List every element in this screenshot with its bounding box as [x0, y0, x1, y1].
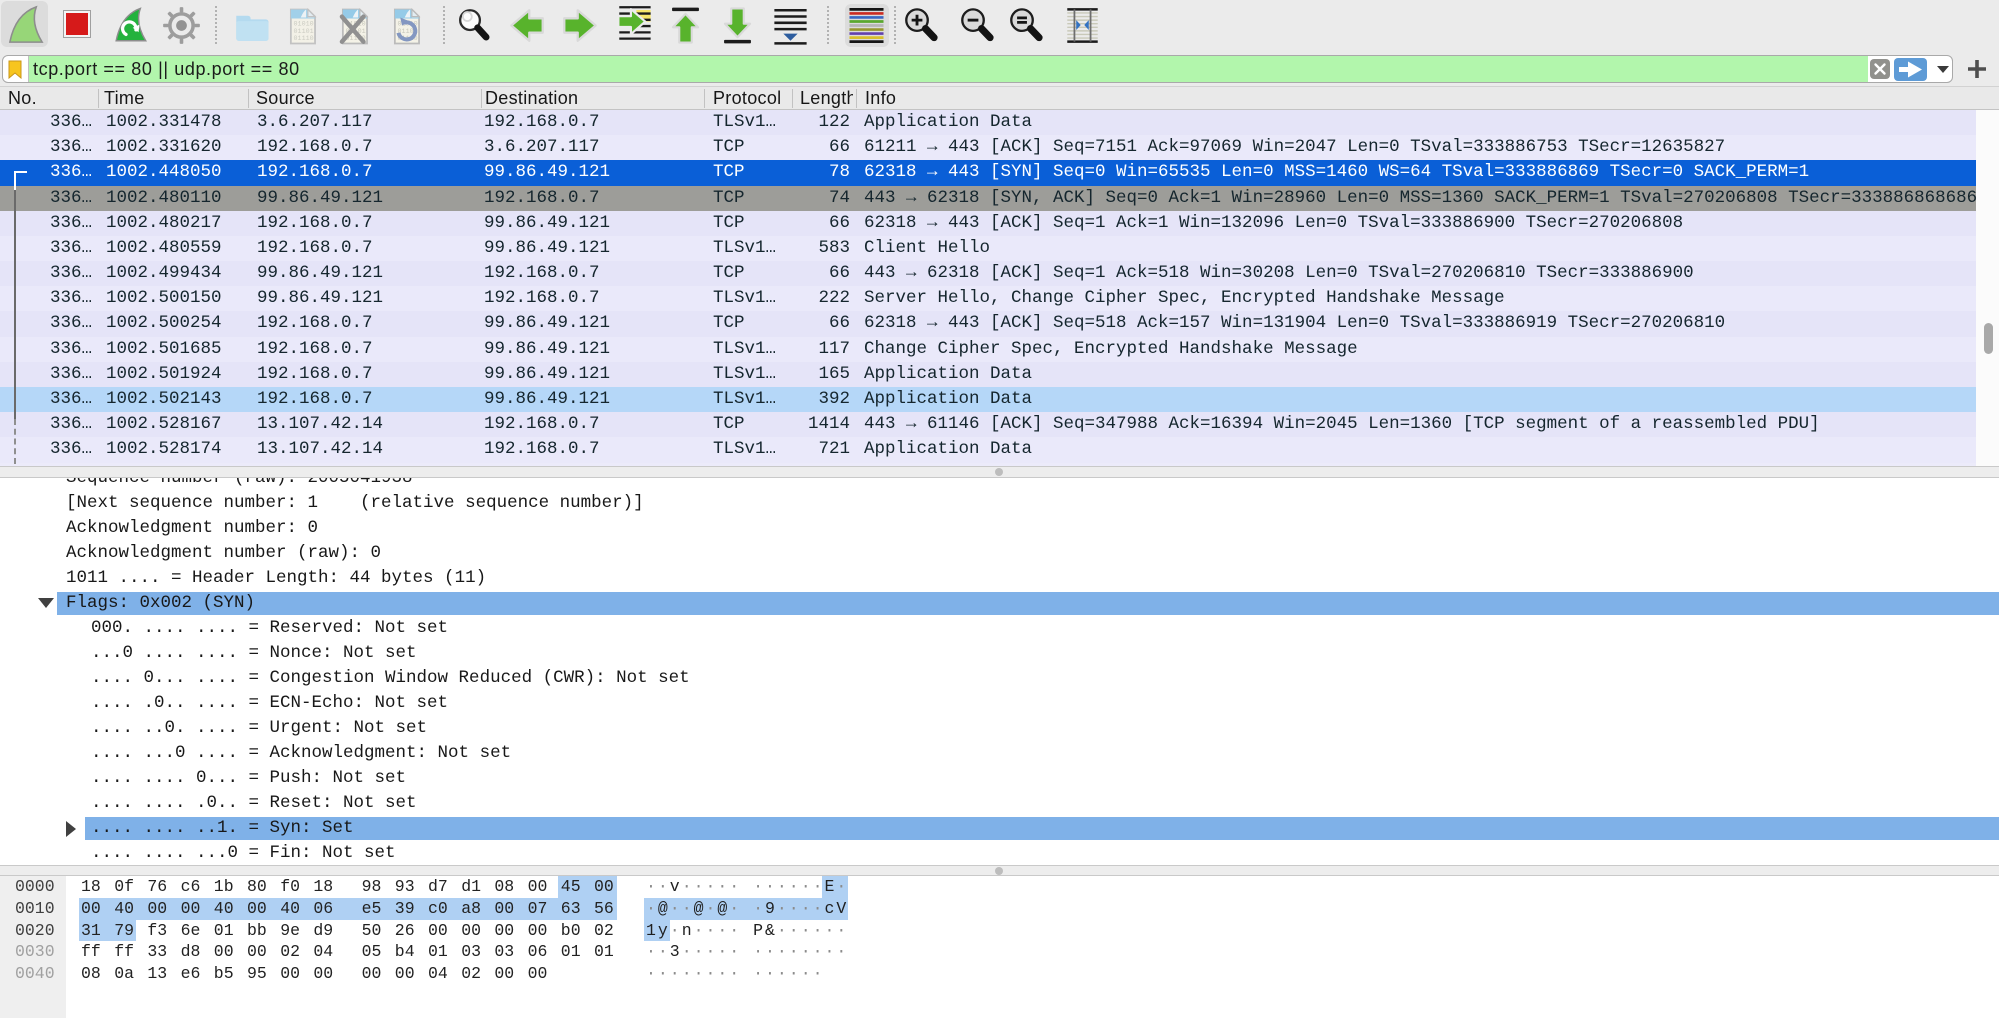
svg-text:01110: 01110 — [293, 34, 313, 42]
